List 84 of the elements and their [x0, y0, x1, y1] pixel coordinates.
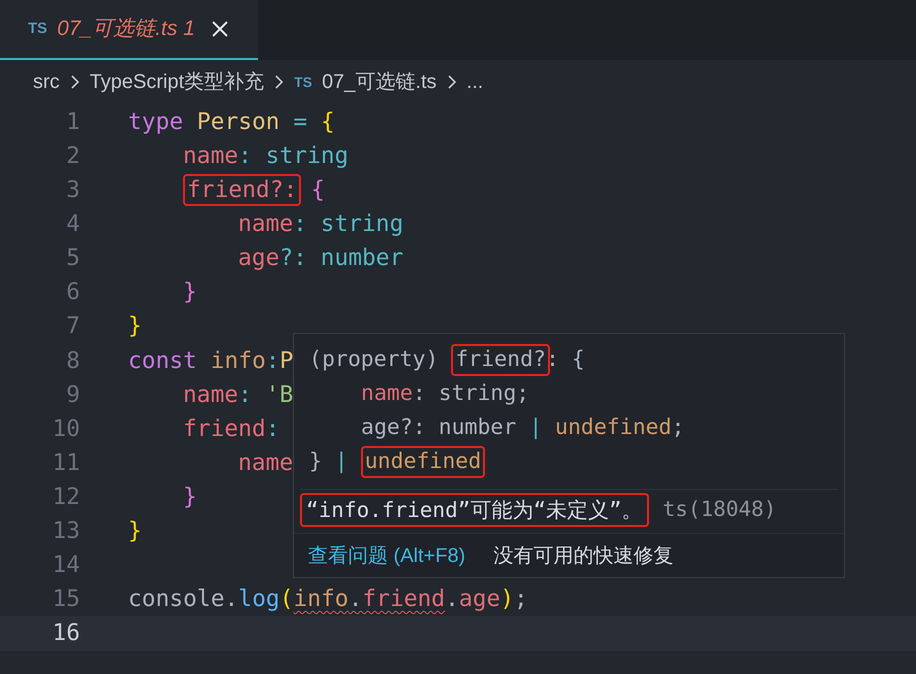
code-token: undefined: [555, 414, 672, 442]
line-number: 5: [65, 244, 80, 274]
error-code: ts(18048): [662, 496, 776, 524]
code-token: undefined: [360, 446, 486, 478]
code-token: :: [293, 210, 307, 240]
code-token: {: [320, 108, 335, 137]
code-token: friend: [362, 585, 446, 614]
code-token: const: [128, 346, 197, 376]
line-number: 8: [65, 346, 80, 376]
code-token: number: [438, 414, 516, 442]
line-number: 7: [65, 312, 80, 342]
line-number: 3: [65, 176, 80, 206]
editor-tab[interactable]: TS 07_可选链.ts 1: [0, 0, 258, 60]
code-token: string: [320, 210, 404, 240]
line-number: 4: [65, 210, 80, 240]
code-token: .: [224, 585, 238, 614]
code-token: .: [348, 585, 362, 614]
close-icon[interactable]: [210, 20, 229, 38]
code-token: friend?: [451, 344, 550, 376]
code-token: age: [458, 585, 500, 614]
typescript-file-icon: TS: [294, 72, 312, 92]
code-token: age?:: [361, 414, 426, 442]
code-token: log: [238, 585, 280, 614]
code-token: :: [412, 380, 426, 408]
code-token: number: [320, 244, 404, 274]
line-number: 2: [65, 142, 80, 171]
code-token: (property): [309, 346, 438, 374]
code-token: type: [128, 108, 184, 137]
view-problem-link[interactable]: 查看问题 (Alt+F8): [308, 540, 466, 570]
code-token: :: [238, 142, 252, 171]
code-token: ;: [672, 414, 684, 442]
code-token: .: [445, 585, 459, 614]
code-token: 'B: [266, 380, 294, 410]
code-token: name: [183, 142, 238, 171]
line-number: 11: [51, 448, 80, 478]
line-number: 15: [51, 585, 80, 614]
code-token: info: [293, 585, 349, 614]
code-token: name: [238, 448, 294, 478]
code-token: friend: [183, 414, 266, 444]
code-token: string: [266, 142, 348, 171]
line-number: 9: [65, 380, 80, 410]
code-token: ): [500, 585, 514, 614]
code-token: Person: [196, 108, 280, 137]
code-token: ;: [514, 585, 528, 614]
error-message: “info.friend”可能为“未定义”。: [300, 493, 649, 527]
chevron-right-icon: [446, 74, 457, 90]
code-token: }: [183, 482, 197, 512]
code-token: {: [572, 346, 585, 374]
code-token: |: [334, 448, 348, 476]
line-number: 6: [65, 278, 80, 308]
line-number: 13: [51, 517, 80, 546]
code-token: }: [128, 517, 142, 546]
code-token: console: [128, 585, 224, 614]
code-token: |: [529, 414, 542, 442]
quick-fix-note: 没有可用的快速修复: [493, 544, 674, 568]
code-token: ?:: [279, 244, 307, 274]
code-token: (: [280, 585, 294, 614]
line-number: 1: [65, 108, 80, 137]
code-token: :: [266, 414, 280, 444]
code-token: name: [361, 380, 413, 408]
code-token: =: [293, 108, 308, 137]
line-number: 16: [51, 619, 80, 648]
code-token: :: [266, 346, 280, 376]
code-token: }: [183, 278, 197, 308]
line-number: 10: [51, 414, 80, 444]
chevron-right-icon: [274, 74, 284, 90]
code-token: friend?:: [183, 174, 302, 206]
code-token: name: [238, 210, 294, 240]
code-token: {: [311, 176, 325, 206]
code-token: name: [183, 380, 238, 410]
chevron-right-icon: [70, 74, 80, 90]
code-token: }: [309, 448, 322, 476]
breadcrumb-item[interactable]: 07_可选链.ts: [322, 67, 437, 97]
breadcrumb-item[interactable]: src: [33, 67, 60, 97]
code-token: info: [210, 346, 266, 376]
code-token: P: [280, 346, 294, 376]
code-token: }: [128, 312, 142, 342]
code-token: string;: [438, 380, 530, 408]
line-number: 12: [51, 482, 80, 512]
breadcrumb-item[interactable]: ...: [466, 67, 484, 97]
breadcrumb-item[interactable]: TypeScript类型补充: [90, 67, 264, 97]
line-number: 14: [51, 551, 80, 580]
code-token: :: [238, 380, 252, 410]
code-token: age: [238, 244, 280, 274]
